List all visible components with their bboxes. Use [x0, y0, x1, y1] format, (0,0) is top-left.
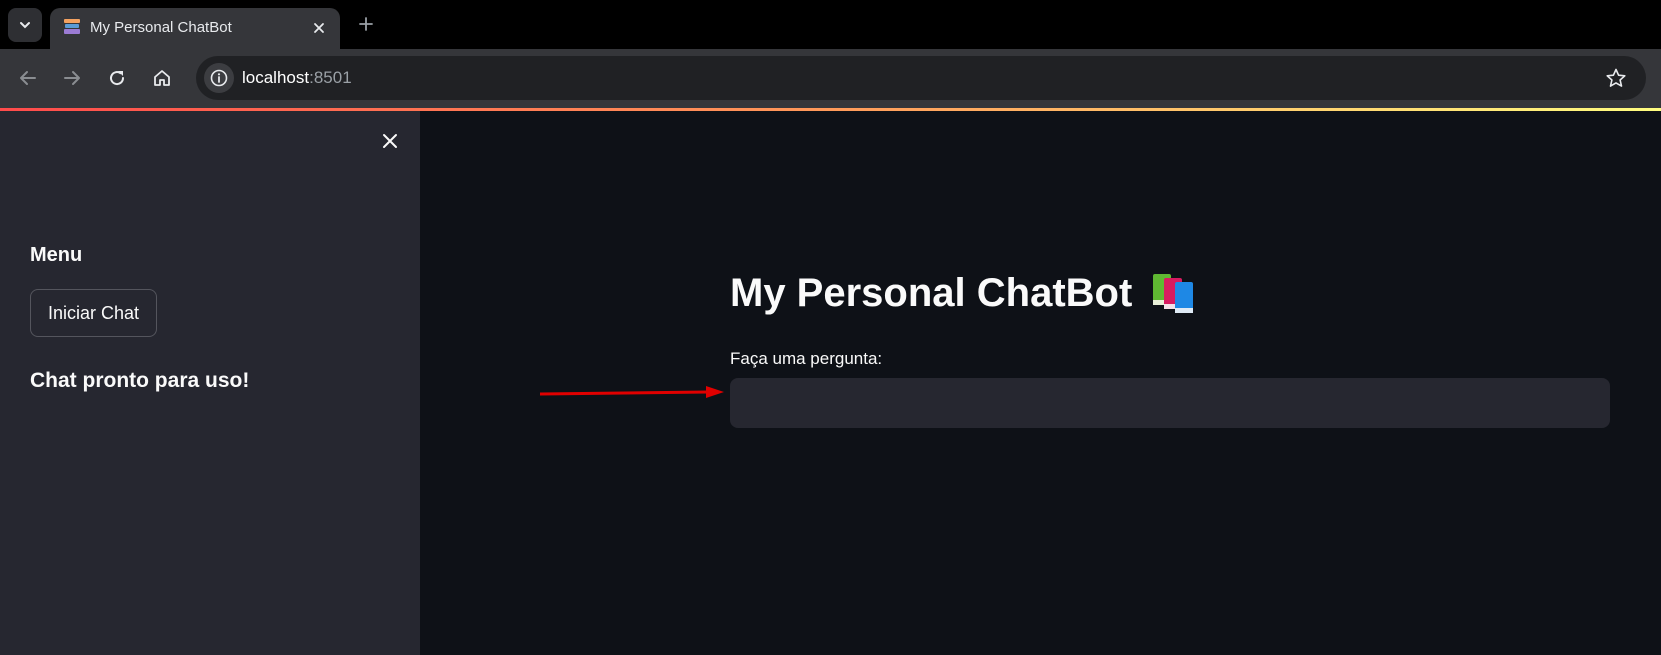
browser-toolbar: localhost:8501 — [0, 49, 1661, 108]
page-title-text: My Personal ChatBot — [730, 271, 1133, 315]
star-icon — [1606, 68, 1626, 87]
bookmark-button[interactable] — [1604, 66, 1628, 90]
chat-status-text: Chat pronto para uso! — [30, 369, 250, 392]
sidebar-close-button[interactable] — [379, 130, 401, 152]
browser-tab-strip: My Personal ChatBot — [0, 0, 1661, 49]
arrow-right-icon — [64, 71, 80, 85]
home-icon — [154, 70, 170, 86]
chevron-down-icon — [20, 22, 30, 29]
arrow-left-icon — [20, 71, 36, 85]
question-label: Faça uma pergunta: — [730, 349, 883, 368]
url-text: localhost:8501 — [242, 68, 352, 88]
browser-tab[interactable]: My Personal ChatBot — [50, 8, 340, 49]
url-port: :8501 — [309, 68, 352, 87]
books-icon — [64, 19, 80, 34]
tab-title: My Personal ChatBot — [90, 19, 232, 36]
plus-icon — [359, 17, 373, 31]
main-content: My Personal ChatBot Faça uma pergunta: — [420, 111, 1661, 655]
url-host: localhost — [242, 68, 310, 87]
page-title: My Personal ChatBot — [730, 271, 1198, 316]
sidebar: Menu Iniciar Chat Chat pronto para uso! — [0, 111, 420, 655]
address-bar[interactable]: localhost:8501 — [196, 56, 1646, 100]
reload-button[interactable] — [104, 65, 130, 91]
tab-close-button[interactable] — [309, 18, 329, 38]
sidebar-heading: Menu — [30, 244, 83, 266]
site-info-button[interactable] — [204, 63, 234, 93]
close-icon — [314, 23, 324, 33]
close-icon — [383, 134, 397, 148]
forward-button[interactable] — [59, 65, 85, 91]
annotation-arrow-icon — [540, 386, 724, 398]
books-icon — [1153, 273, 1194, 313]
back-button[interactable] — [15, 65, 41, 91]
home-button[interactable] — [149, 65, 175, 91]
new-tab-button[interactable] — [355, 13, 377, 35]
reload-icon — [110, 71, 125, 86]
start-chat-button[interactable]: Iniciar Chat — [30, 289, 157, 337]
tab-list-button[interactable] — [8, 8, 42, 42]
info-icon — [210, 69, 228, 87]
question-input[interactable] — [730, 378, 1610, 428]
